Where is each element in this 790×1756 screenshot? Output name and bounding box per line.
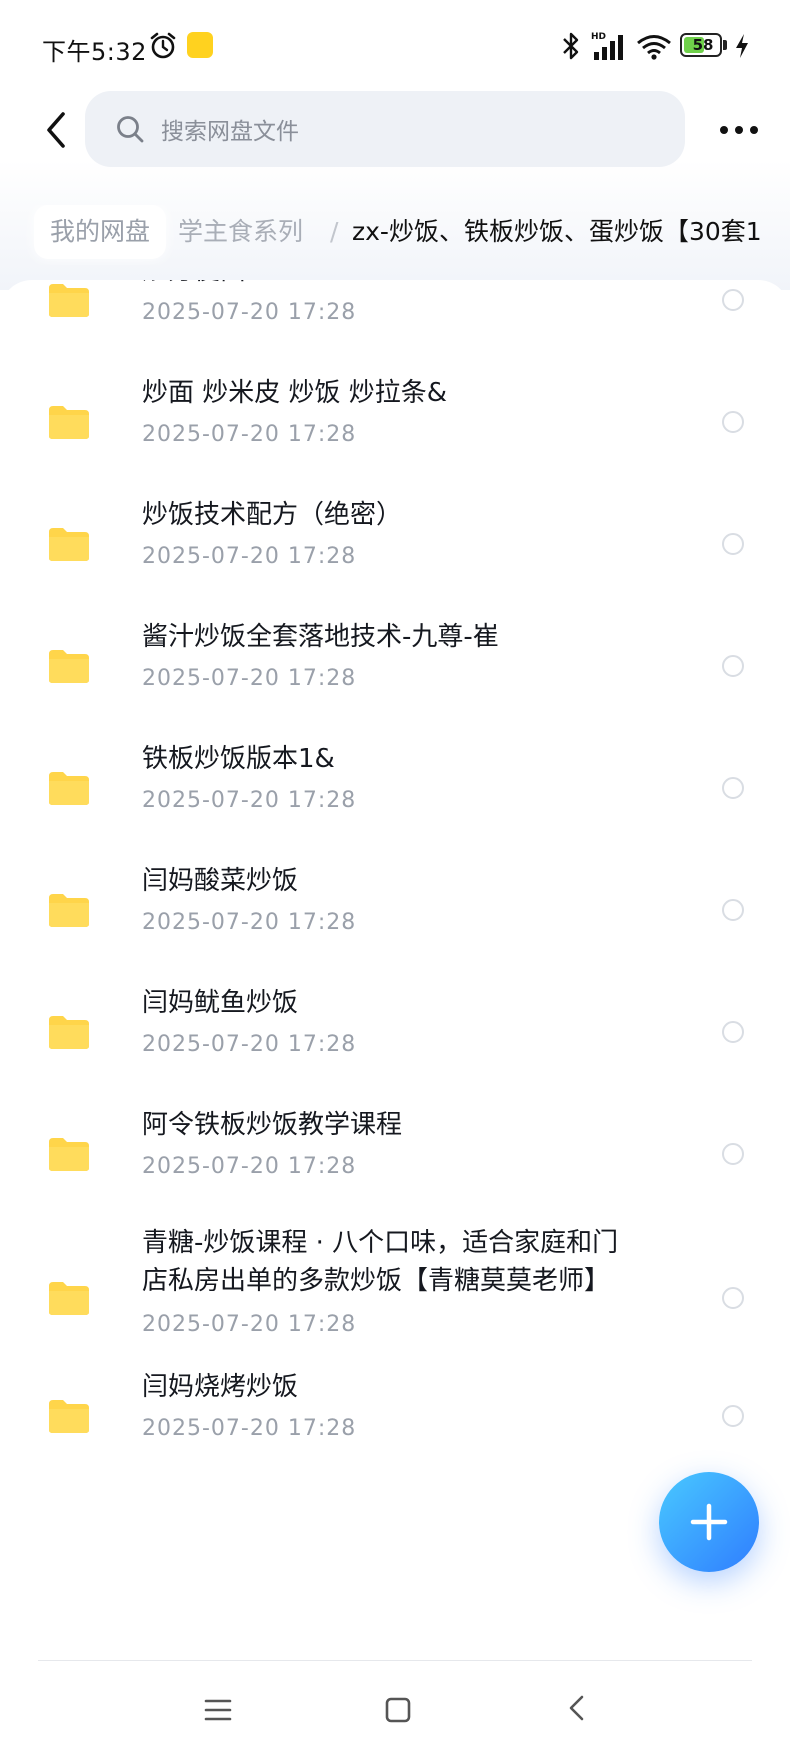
add-button[interactable]	[659, 1472, 759, 1572]
file-date: 2025-07-20 17:28	[142, 300, 357, 325]
nav-divider	[38, 1660, 752, 1661]
charging-bolt-icon	[736, 34, 748, 58]
folder-icon	[49, 772, 89, 805]
file-date: 2025-07-20 17:28	[142, 1416, 357, 1441]
breadcrumb-current: zx-炒饭、铁板炒饭、蛋炒饭【30套1	[352, 217, 762, 246]
folder-icon	[49, 650, 89, 683]
file-date: 2025-07-20 17:28	[142, 910, 357, 935]
file-row[interactable]: 酱汁炒饭全套落地技术-九尊-崔 2025-07-20 17:28	[0, 618, 790, 718]
file-date: 2025-07-20 17:28	[142, 1312, 357, 1337]
select-checkbox[interactable]	[722, 1021, 744, 1043]
breadcrumb: 学主食系列 我的网盘 / zx-炒饭、铁板炒饭、蛋炒饭【30套1	[0, 205, 790, 265]
file-row[interactable]: 炒饭技术配方（绝密） 2025-07-20 17:28	[0, 496, 790, 596]
select-checkbox[interactable]	[722, 1143, 744, 1165]
folder-icon	[49, 528, 89, 561]
bluetooth-icon	[563, 32, 579, 60]
file-date: 2025-07-20 17:28	[142, 422, 357, 447]
select-checkbox[interactable]	[722, 1405, 744, 1427]
folder-icon	[49, 1400, 89, 1433]
file-row[interactable]: 闫妈鱿鱼炒饭 2025-07-20 17:28	[0, 984, 790, 1084]
select-checkbox[interactable]	[722, 899, 744, 921]
status-time: 下午5:32	[42, 38, 147, 66]
back-button[interactable]	[26, 100, 86, 160]
file-date: 2025-07-20 17:28	[142, 544, 357, 569]
breadcrumb-separator: /	[330, 217, 339, 246]
file-row[interactable]: 青糖-炒饭课程 · 八个口味，适合家庭和门 店私房出单的多款炒饭【青糖莫莫老师】…	[0, 1228, 790, 1368]
file-name: 炒方便面&	[142, 280, 672, 290]
more-horizontal-icon	[720, 126, 758, 134]
system-nav-bar	[0, 1662, 790, 1756]
file-date: 2025-07-20 17:28	[142, 1032, 357, 1057]
search-icon	[117, 116, 144, 143]
wifi-icon	[637, 35, 671, 60]
alarm-clock-icon	[150, 32, 176, 59]
file-row[interactable]: 铁板炒饭版本1& 2025-07-20 17:28	[0, 740, 790, 840]
file-name: 阿令铁板炒饭教学课程	[142, 1110, 403, 1140]
file-name: 闫妈酸菜炒饭	[142, 866, 299, 896]
folder-icon	[49, 1282, 89, 1315]
status-bar: 下午5:32 HD 58	[0, 0, 790, 92]
file-name: 闫妈鱿鱼炒饭	[142, 988, 299, 1018]
file-list: 炒方便面&2025-07-20 17:28炒面 炒米皮 炒饭 炒拉条&2025-…	[0, 280, 790, 1660]
search-placeholder: 搜索网盘文件	[161, 119, 299, 145]
file-row[interactable]: 炒面 炒米皮 炒饭 炒拉条& 2025-07-20 17:28	[0, 374, 790, 474]
file-name: 青糖-炒饭课程 · 八个口味，适合家庭和门 店私房出单的多款炒饭【青糖莫莫老师】	[142, 1228, 619, 1296]
folder-icon	[49, 1016, 89, 1049]
plus-icon	[690, 1503, 728, 1541]
battery-indicator: 58	[680, 33, 728, 59]
chevron-left-icon[interactable]	[560, 1690, 596, 1726]
folder-icon	[49, 1138, 89, 1171]
select-checkbox[interactable]	[722, 289, 744, 311]
file-date: 2025-07-20 17:28	[142, 666, 357, 691]
breadcrumb-parent[interactable]: 学主食系列	[178, 205, 303, 259]
file-name: 闫妈烧烤炒饭	[142, 1372, 299, 1402]
file-row[interactable]: 炒方便面&2025-07-20 17:28	[0, 280, 790, 352]
file-row[interactable]: 阿令铁板炒饭教学课程 2025-07-20 17:28	[0, 1106, 790, 1206]
file-date: 2025-07-20 17:28	[142, 1154, 357, 1179]
file-row[interactable]: 闫妈烧烤炒饭 2025-07-20 17:28	[0, 1368, 790, 1468]
cellular-signal-icon: HD	[591, 32, 623, 60]
breadcrumb-home[interactable]: 我的网盘	[34, 205, 167, 259]
folder-icon	[49, 894, 89, 927]
square-home-icon[interactable]	[380, 1692, 416, 1728]
chevron-left-icon	[47, 112, 65, 148]
folder-icon	[49, 406, 89, 439]
notification-app-icon	[187, 32, 213, 58]
network-badge-text: HD	[591, 32, 606, 42]
search-input[interactable]: 搜索网盘文件	[85, 91, 685, 167]
select-checkbox[interactable]	[722, 655, 744, 677]
file-name: 炒饭技术配方（绝密）	[142, 500, 403, 530]
select-checkbox[interactable]	[722, 533, 744, 555]
file-name: 炒面 炒米皮 炒饭 炒拉条&	[142, 378, 448, 408]
more-options-button[interactable]	[712, 110, 766, 150]
file-name: 铁板炒饭版本1&	[142, 744, 335, 774]
folder-icon	[49, 284, 89, 317]
file-name: 酱汁炒饭全套落地技术-九尊-崔	[142, 622, 499, 652]
file-row[interactable]: 闫妈酸菜炒饭 2025-07-20 17:28	[0, 862, 790, 962]
file-date: 2025-07-20 17:28	[142, 788, 357, 813]
menu-icon[interactable]	[200, 1692, 236, 1728]
select-checkbox[interactable]	[722, 411, 744, 433]
select-checkbox[interactable]	[722, 1287, 744, 1309]
battery-level: 58	[692, 36, 714, 54]
select-checkbox[interactable]	[722, 777, 744, 799]
